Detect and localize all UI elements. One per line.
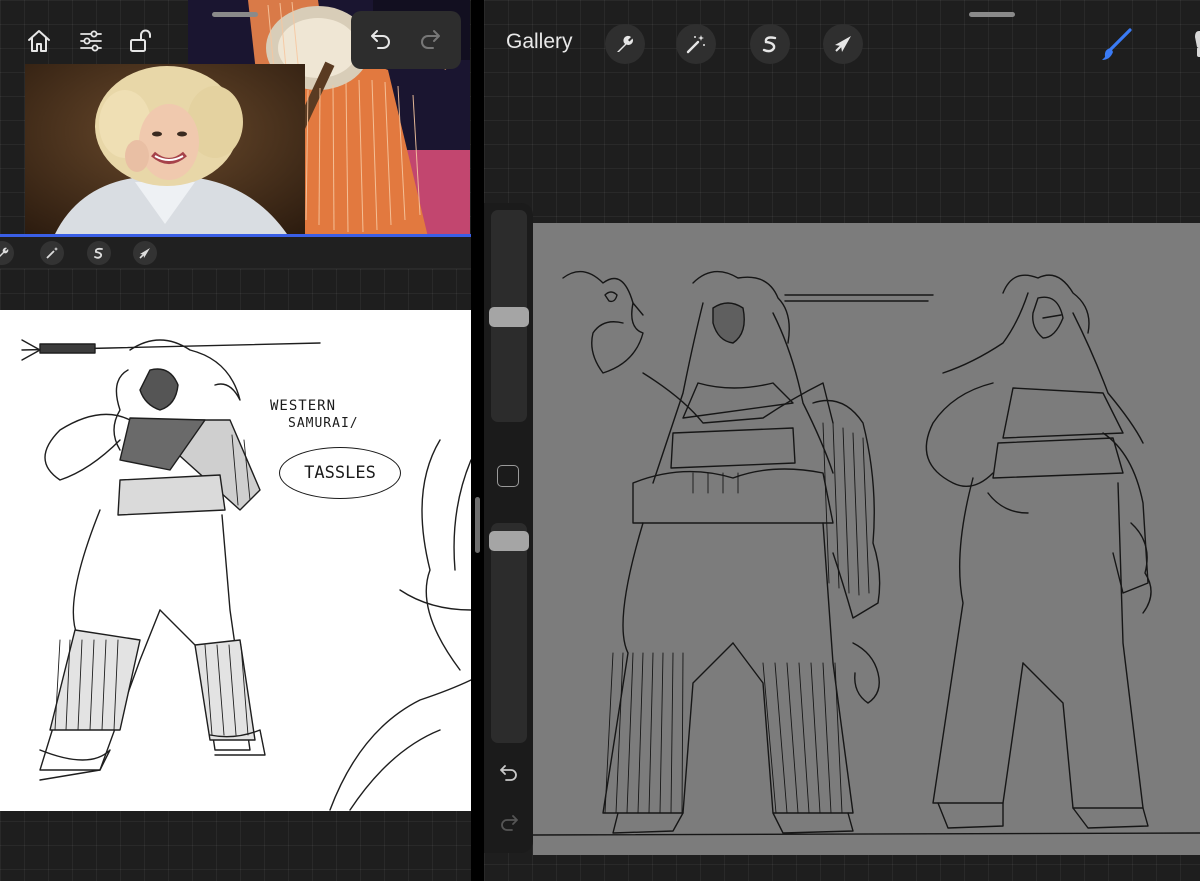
arrow-cursor-icon [835,36,851,52]
wrench-button-small[interactable] [0,241,14,265]
secondary-toolbar [0,237,471,269]
brush-sidebar [484,203,533,853]
sketch-note-bubble-text: TASSLES [304,463,376,483]
transform-button-small[interactable] [133,241,157,265]
selection-button[interactable] [750,24,790,64]
adjustments-button[interactable] [76,26,106,56]
magic-wand-icon [46,247,58,259]
wrench-icon [0,247,9,257]
actions-button[interactable] [605,24,645,64]
magic-wand-icon [686,35,705,54]
sidebar-redo-button[interactable] [496,811,522,837]
redo-icon [421,30,440,49]
app-drag-handle[interactable] [969,12,1015,17]
sketch-canvas[interactable]: WESTERN SAMURAI/ TASSLES [0,310,471,811]
selection-s-icon [94,247,103,259]
opacity-thumb[interactable] [489,531,529,551]
redo-icon [501,815,518,831]
smudge-icon [1195,31,1200,57]
sidebar-undo-button[interactable] [496,761,522,787]
redo-button[interactable] [415,25,445,55]
sketch-note-bubble: TASSLES [279,447,401,499]
arrow-cursor-icon [139,248,150,259]
undo-redo-group [351,11,461,69]
gallery-button[interactable]: Gallery [506,30,573,54]
left-app-pane: WESTERN SAMURAI/ TASSLES [0,0,471,881]
undo-icon [500,765,517,781]
main-toolbar: Gallery [484,0,1200,80]
app-drag-handle[interactable] [212,12,258,17]
home-icon [28,30,50,52]
brush-size-slider[interactable] [489,210,529,422]
brush-size-thumb[interactable] [489,307,529,327]
selection-button-small[interactable] [87,241,111,265]
undo-button[interactable] [366,25,396,55]
brush-button[interactable] [1096,24,1136,64]
reference-photo-portrait [25,64,305,234]
wrench-icon [617,35,633,52]
sketch-workspace: WESTERN SAMURAI/ TASSLES [0,269,471,881]
modify-button[interactable] [497,465,519,487]
sketch-note-line1: WESTERN [270,398,337,414]
right-app-pane: Gallery [484,0,1200,881]
opacity-slider[interactable] [489,523,529,743]
adjustments-icon [80,30,102,52]
selection-s-icon [762,36,777,53]
reference-canvas[interactable] [0,0,471,237]
split-view-divider [471,0,484,881]
split-view-handle[interactable] [475,497,480,553]
smudge-button[interactable] [1182,24,1200,64]
undo-icon [371,30,390,49]
brush-icon [1102,28,1132,60]
home-button[interactable] [24,26,54,56]
unlock-icon [130,29,151,52]
transform-button[interactable] [823,24,863,64]
magic-wand-button-small[interactable] [40,241,64,265]
selection-border [0,234,471,237]
adjustments-wand-button[interactable] [676,24,716,64]
main-canvas[interactable] [533,223,1200,855]
unlock-button[interactable] [125,26,155,56]
sketch-note-line2: SAMURAI/ [288,416,359,431]
